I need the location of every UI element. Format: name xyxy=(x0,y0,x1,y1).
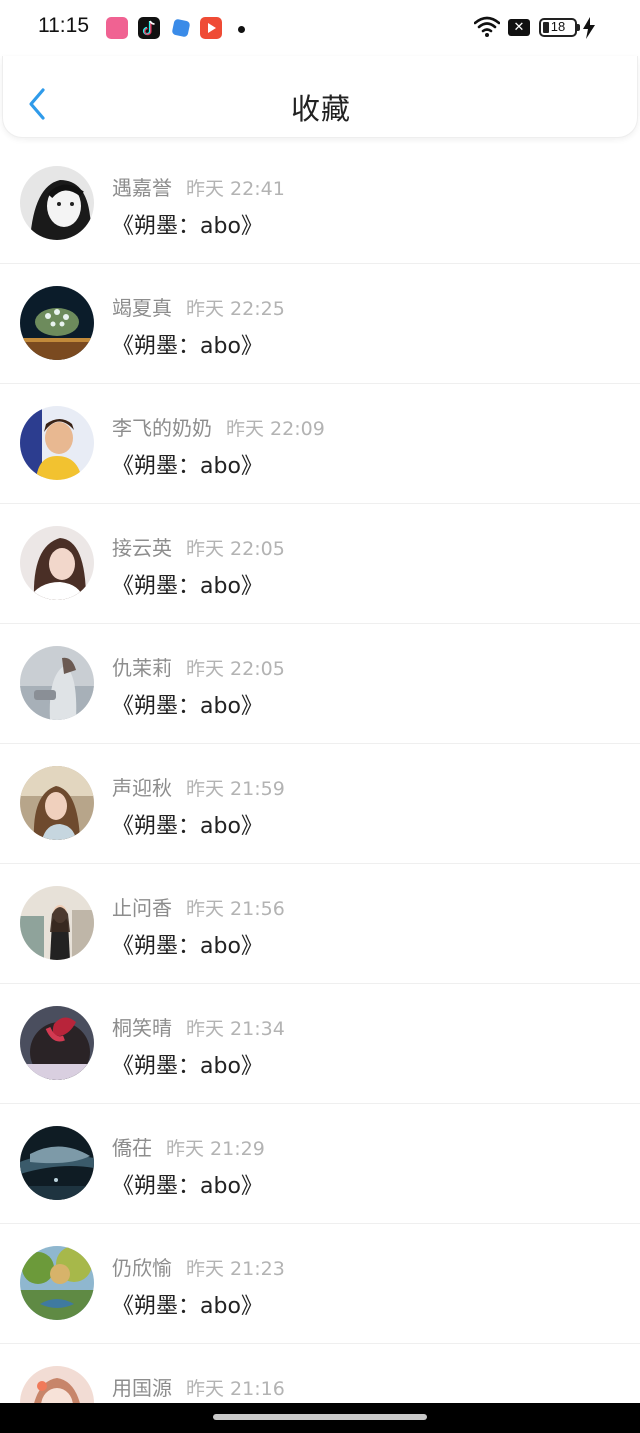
timestamp: 昨天 22:05 xyxy=(186,658,285,680)
user-name: 用国源 xyxy=(112,1376,172,1400)
home-indicator[interactable] xyxy=(213,1414,427,1420)
timestamp: 昨天 22:41 xyxy=(186,178,285,200)
battery-level: 18 xyxy=(550,19,566,34)
list-item[interactable]: 声迎秋 昨天 21:59 《朔墨：abo》 xyxy=(0,744,640,864)
favorite-title: 《朔墨：abo》 xyxy=(112,1174,263,1199)
list-item[interactable]: 竭夏真 昨天 22:25 《朔墨：abo》 xyxy=(0,264,640,384)
avatar xyxy=(20,886,94,960)
blue-app-icon xyxy=(170,17,192,39)
list-item[interactable]: 止问香 昨天 21:56 《朔墨：abo》 xyxy=(0,864,640,984)
favorite-title: 《朔墨：abo》 xyxy=(112,694,263,719)
avatar xyxy=(20,286,94,360)
user-name: 李飞的奶奶 xyxy=(112,416,212,440)
item-meta: 仇茉莉 昨天 22:05 xyxy=(112,652,285,681)
item-meta: 声迎秋 昨天 21:59 xyxy=(112,772,285,801)
user-name: 竭夏真 xyxy=(112,296,172,320)
user-name: 止问香 xyxy=(112,896,172,920)
favorite-title: 《朔墨：abo》 xyxy=(112,454,263,479)
list-item[interactable]: 遇嘉誉 昨天 22:41 《朔墨：abo》 xyxy=(0,144,640,264)
user-name: 桐笑晴 xyxy=(112,1016,172,1040)
item-meta: 仍欣愉 昨天 21:23 xyxy=(112,1252,285,1281)
avatar xyxy=(20,1006,94,1080)
item-meta: 竭夏真 昨天 22:25 xyxy=(112,292,285,321)
no-sim-icon: ✕ xyxy=(508,19,530,36)
favorite-title: 《朔墨：abo》 xyxy=(112,1294,263,1319)
timestamp: 昨天 21:29 xyxy=(166,1138,265,1160)
timestamp: 昨天 21:56 xyxy=(186,898,285,920)
user-name: 遇嘉誉 xyxy=(112,176,172,200)
item-meta: 僑茌 昨天 21:29 xyxy=(112,1132,265,1161)
timestamp: 昨天 21:59 xyxy=(186,778,285,800)
item-meta: 遇嘉誉 昨天 22:41 xyxy=(112,172,285,201)
user-name: 声迎秋 xyxy=(112,776,172,800)
favorite-title: 《朔墨：abo》 xyxy=(112,334,263,359)
list-item[interactable]: 仇茉莉 昨天 22:05 《朔墨：abo》 xyxy=(0,624,640,744)
favorite-title: 《朔墨：abo》 xyxy=(112,934,263,959)
notification-dot xyxy=(238,26,245,33)
charging-icon xyxy=(583,17,595,39)
avatar xyxy=(20,406,94,480)
item-meta: 接云英 昨天 22:05 xyxy=(112,532,285,561)
status-time: 11:15 xyxy=(38,14,89,37)
item-meta: 桐笑晴 昨天 21:34 xyxy=(112,1012,285,1041)
battery-icon: 18 xyxy=(539,18,577,37)
timestamp: 昨天 22:09 xyxy=(226,418,325,440)
list-item[interactable]: 僑茌 昨天 21:29 《朔墨：abo》 xyxy=(0,1104,640,1224)
lofter-app-icon xyxy=(106,17,128,39)
user-name: 接云英 xyxy=(112,536,172,560)
tiktok-icon xyxy=(138,17,160,39)
avatar xyxy=(20,526,94,600)
list-item[interactable]: 接云英 昨天 22:05 《朔墨：abo》 xyxy=(0,504,640,624)
page-title: 收藏 xyxy=(290,92,351,126)
list-item[interactable]: 桐笑晴 昨天 21:34 《朔墨：abo》 xyxy=(0,984,640,1104)
avatar xyxy=(20,646,94,720)
timestamp: 昨天 21:23 xyxy=(186,1258,285,1280)
favorite-title: 《朔墨：abo》 xyxy=(112,214,263,239)
favorites-list: 遇嘉誉 昨天 22:41 《朔墨：abo》 竭夏真 昨天 22:25 《朔墨：abo… xyxy=(0,144,640,1433)
timestamp: 昨天 22:05 xyxy=(186,538,285,560)
favorite-title: 《朔墨：abo》 xyxy=(112,814,263,839)
avatar xyxy=(20,766,94,840)
list-item[interactable]: 仍欣愉 昨天 21:23 《朔墨：abo》 xyxy=(0,1224,640,1344)
item-meta: 李飞的奶奶 昨天 22:09 xyxy=(112,412,325,441)
favorite-title: 《朔墨：abo》 xyxy=(112,1054,263,1079)
timestamp: 昨天 21:16 xyxy=(186,1378,285,1400)
top-nav-bar: 收藏 xyxy=(2,56,638,138)
status-bar: 11:15 ✕ 18 xyxy=(0,0,640,56)
avatar xyxy=(20,1126,94,1200)
avatar xyxy=(20,1246,94,1320)
user-name: 仇茉莉 xyxy=(112,656,172,680)
favorite-title: 《朔墨：abo》 xyxy=(112,574,263,599)
wifi-icon xyxy=(474,16,500,37)
item-meta: 用国源 昨天 21:16 xyxy=(112,1372,285,1401)
list-item[interactable]: 李飞的奶奶 昨天 22:09 《朔墨：abo》 xyxy=(0,384,640,504)
user-name: 仍欣愉 xyxy=(112,1256,172,1280)
avatar xyxy=(20,166,94,240)
timestamp: 昨天 22:25 xyxy=(186,298,285,320)
user-name: 僑茌 xyxy=(112,1136,152,1160)
video-app-icon xyxy=(200,17,222,39)
item-meta: 止问香 昨天 21:56 xyxy=(112,892,285,921)
timestamp: 昨天 21:34 xyxy=(186,1018,285,1040)
